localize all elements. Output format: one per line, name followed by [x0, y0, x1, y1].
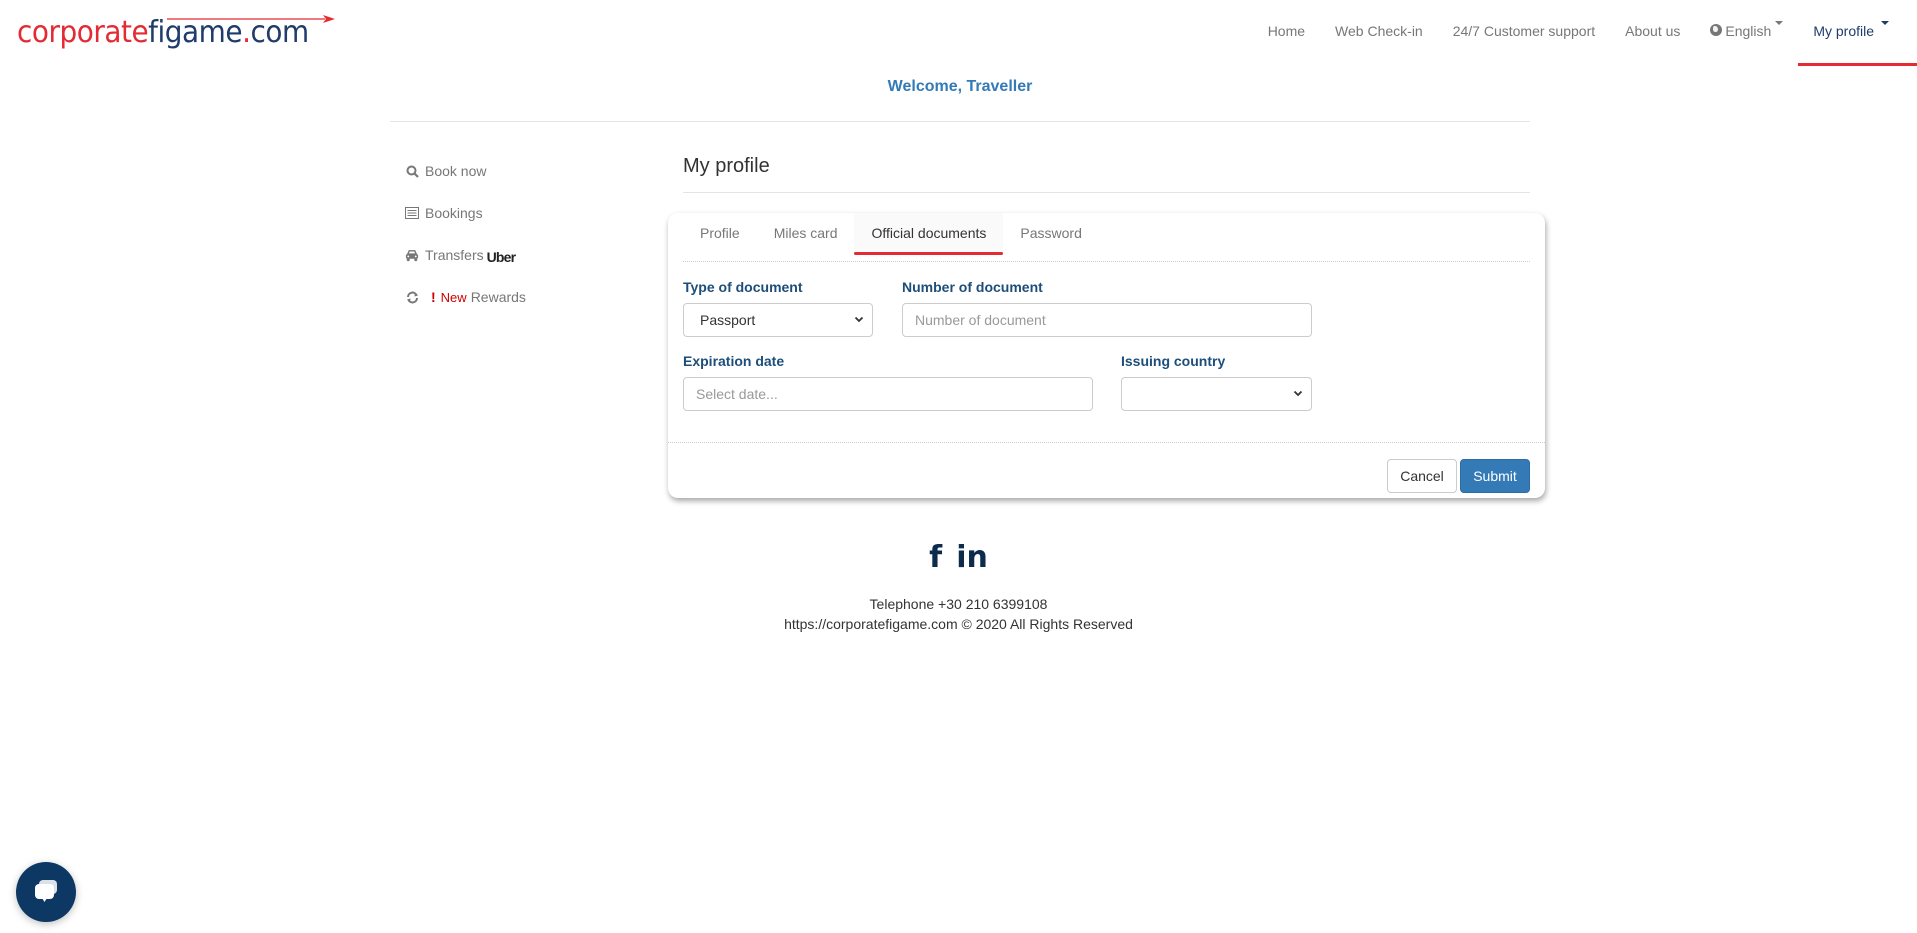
- issuing-country-select[interactable]: [1121, 377, 1312, 411]
- number-of-document-input[interactable]: Number of document: [902, 303, 1312, 337]
- top-navbar: corporatefigame.com Home Web Check-in 24…: [0, 0, 1917, 66]
- globe-icon: [1710, 24, 1723, 36]
- nav-customer-support[interactable]: 24/7 Customer support: [1438, 0, 1610, 66]
- sidebar-item-rewards[interactable]: ! New Rewards: [405, 276, 625, 318]
- footer-telephone: Telephone +30 210 6399108: [869, 596, 1048, 612]
- main-nav: Home Web Check-in 24/7 Customer support …: [1253, 0, 1917, 66]
- chat-icon: [35, 880, 57, 902]
- sidebar: Book now Bookings Transfers Uber ! New R…: [405, 150, 625, 318]
- sidebar-item-transfers[interactable]: Transfers Uber: [405, 234, 625, 276]
- social-links: f in: [0, 540, 1917, 576]
- uber-logo: Uber: [486, 249, 516, 265]
- type-of-document-label: Type of document: [683, 279, 803, 295]
- welcome-heading: Welcome, Traveller: [887, 78, 1033, 95]
- linkedin-icon[interactable]: in: [956, 540, 988, 576]
- nav-web-check-in[interactable]: Web Check-in: [1320, 0, 1438, 66]
- chevron-down-icon: [854, 316, 864, 323]
- expiration-date-label: Expiration date: [683, 353, 785, 369]
- chat-button[interactable]: [16, 862, 76, 922]
- list-icon: [405, 206, 419, 220]
- cancel-button[interactable]: Cancel: [1387, 459, 1457, 493]
- logo[interactable]: corporatefigame.com: [17, 12, 335, 50]
- page-title: My profile: [683, 155, 770, 177]
- type-of-document-select[interactable]: Passport: [683, 303, 873, 337]
- search-icon: [405, 164, 419, 178]
- tab-miles-card[interactable]: Miles card: [757, 213, 855, 255]
- tab-official-documents[interactable]: Official documents: [854, 213, 1004, 255]
- language-dropdown[interactable]: English: [1695, 0, 1798, 66]
- nav-about-us[interactable]: About us: [1610, 0, 1695, 66]
- nav-home[interactable]: Home: [1253, 0, 1320, 66]
- footer-copyright: https://corporatefigame.com © 2020 All R…: [784, 616, 1133, 632]
- my-profile-dropdown[interactable]: My profile: [1798, 0, 1917, 66]
- logo-text: corporatefigame.com: [17, 15, 309, 50]
- caret-down-icon: [1775, 21, 1784, 25]
- profile-card: Profile Miles card Official documents Pa…: [668, 213, 1545, 498]
- taxi-icon: [405, 248, 419, 262]
- alert-icon: !: [431, 289, 436, 305]
- chevron-down-icon: [1293, 390, 1303, 397]
- number-of-document-label: Number of document: [902, 279, 1043, 295]
- refresh-icon: [405, 290, 419, 304]
- divider: [683, 192, 1530, 193]
- caret-down-icon: [1881, 21, 1889, 25]
- tab-password[interactable]: Password: [1003, 213, 1098, 255]
- expiration-date-input[interactable]: Select date...: [683, 377, 1093, 411]
- tab-profile[interactable]: Profile: [683, 213, 757, 255]
- facebook-icon[interactable]: f: [929, 540, 942, 576]
- profile-tabs: Profile Miles card Official documents Pa…: [683, 213, 1099, 261]
- divider: [390, 121, 1530, 122]
- issuing-country-label: Issuing country: [1121, 353, 1226, 369]
- new-label: New: [440, 289, 467, 305]
- submit-button[interactable]: Submit: [1460, 459, 1530, 493]
- sidebar-item-bookings[interactable]: Bookings: [405, 192, 625, 234]
- divider: [668, 442, 1545, 443]
- divider: [683, 261, 1530, 262]
- sidebar-item-book-now[interactable]: Book now: [405, 150, 625, 192]
